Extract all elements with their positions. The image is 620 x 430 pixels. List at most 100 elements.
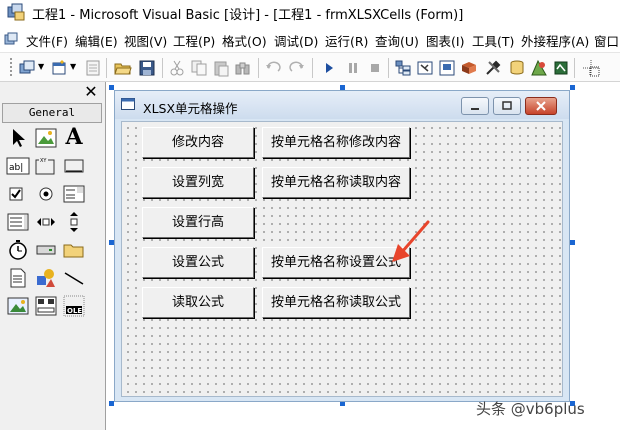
listbox-icon[interactable] bbox=[6, 210, 30, 234]
menu-addins[interactable]: 外接程序(A) bbox=[521, 31, 589, 50]
selection-handle[interactable] bbox=[570, 240, 575, 245]
read-formula-button[interactable]: 读取公式 bbox=[142, 287, 254, 318]
form-titlebar[interactable]: XLSX单元格操作 bbox=[115, 91, 569, 119]
form-designer-window[interactable]: XLSX单元格操作 修改内容 按单元格名称修改内容 设置列宽 按单元格名称读取内… bbox=[114, 90, 570, 402]
project-explorer-icon[interactable] bbox=[394, 59, 412, 77]
toolbox-icon[interactable] bbox=[484, 59, 502, 77]
save-icon[interactable] bbox=[138, 59, 156, 77]
close-button[interactable] bbox=[525, 97, 557, 115]
set-column-width-button[interactable]: 设置列宽 bbox=[142, 167, 254, 198]
window-title: 工程1 - Microsoft Visual Basic [设计] - [工程1… bbox=[32, 8, 464, 23]
close-icon bbox=[536, 101, 546, 111]
maximize-button[interactable] bbox=[493, 97, 521, 115]
annotation-arrow-icon bbox=[392, 220, 430, 262]
form-layout-icon[interactable] bbox=[438, 59, 456, 77]
undo-icon[interactable] bbox=[264, 59, 282, 77]
modify-by-name-button[interactable]: 按单元格名称修改内容 bbox=[262, 127, 410, 158]
start-icon[interactable] bbox=[320, 59, 338, 77]
copy-icon[interactable] bbox=[190, 59, 208, 77]
combobox-icon[interactable] bbox=[62, 182, 86, 206]
commandbutton-icon[interactable] bbox=[62, 154, 86, 178]
minimize-button[interactable] bbox=[461, 97, 489, 115]
toolbar-separator bbox=[388, 58, 389, 78]
menu-system-icon[interactable] bbox=[4, 32, 18, 46]
form-caption: XLSX单元格操作 bbox=[143, 101, 238, 116]
watermark-text: 头条 @vb6plus bbox=[476, 400, 585, 418]
add-project-icon[interactable] bbox=[18, 59, 36, 77]
redo-icon[interactable] bbox=[288, 59, 306, 77]
toolbar-grip[interactable] bbox=[10, 58, 12, 78]
dropdown-arrow-icon[interactable]: ▼ bbox=[38, 62, 44, 71]
dirlistbox-icon[interactable] bbox=[62, 238, 86, 262]
find-icon[interactable] bbox=[234, 59, 252, 77]
label-icon[interactable]: A bbox=[62, 124, 86, 150]
filelistbox-icon[interactable] bbox=[6, 266, 30, 290]
close-icon[interactable]: ✕ bbox=[80, 82, 102, 102]
menu-editor-icon[interactable] bbox=[84, 59, 102, 77]
cut-icon[interactable] bbox=[168, 59, 186, 77]
menu-debug[interactable]: 调试(D) bbox=[274, 31, 318, 50]
timer-icon[interactable] bbox=[6, 238, 30, 262]
toolbar-separator bbox=[162, 58, 163, 78]
properties-window-icon[interactable] bbox=[416, 59, 434, 77]
read-by-name-button[interactable]: 按单元格名称读取内容 bbox=[262, 167, 410, 198]
add-form-icon[interactable] bbox=[50, 59, 68, 77]
toolbar-separator bbox=[258, 58, 259, 78]
package-icon[interactable] bbox=[552, 59, 570, 77]
data-icon[interactable] bbox=[34, 294, 58, 318]
form-client-area[interactable]: 修改内容 按单元格名称修改内容 设置列宽 按单元格名称读取内容 设置行高 设置公… bbox=[121, 121, 563, 397]
paste-icon[interactable] bbox=[212, 59, 230, 77]
shape-icon[interactable] bbox=[34, 266, 58, 290]
hscrollbar-icon[interactable] bbox=[34, 210, 58, 234]
form-icon bbox=[121, 98, 135, 110]
open-icon[interactable] bbox=[114, 59, 132, 77]
toolbar-separator bbox=[574, 58, 575, 78]
toolbar-separator bbox=[312, 58, 313, 78]
toolbar-separator bbox=[106, 58, 107, 78]
pointer-icon[interactable] bbox=[6, 126, 30, 150]
menu-format[interactable]: 格式(O) bbox=[222, 31, 267, 50]
read-formula-by-name-button[interactable]: 按单元格名称读取公式 bbox=[262, 287, 410, 318]
line-icon[interactable] bbox=[62, 266, 86, 290]
frame-icon[interactable]: XY bbox=[34, 154, 58, 178]
vb-app-icon bbox=[7, 3, 25, 21]
set-formula-button[interactable]: 设置公式 bbox=[142, 247, 254, 278]
title-bar: 工程1 - Microsoft Visual Basic [设计] - [工程1… bbox=[0, 0, 620, 26]
ole-icon[interactable]: OLE bbox=[62, 294, 86, 318]
drivelistbox-icon[interactable] bbox=[34, 238, 58, 262]
align-grid-icon[interactable] bbox=[582, 59, 600, 77]
menu-view[interactable]: 视图(V) bbox=[124, 31, 167, 50]
selection-handle[interactable] bbox=[570, 85, 575, 90]
set-row-height-button[interactable]: 设置行高 bbox=[142, 207, 254, 238]
menu-run[interactable]: 运行(R) bbox=[325, 31, 368, 50]
vscrollbar-icon[interactable] bbox=[62, 210, 86, 234]
picturebox-icon[interactable] bbox=[34, 126, 58, 150]
menu-tools[interactable]: 工具(T) bbox=[472, 31, 514, 50]
visual-component-manager-icon[interactable] bbox=[530, 59, 548, 77]
svg-text:OLE: OLE bbox=[67, 307, 82, 315]
data-view-icon[interactable] bbox=[508, 59, 526, 77]
menu-project[interactable]: 工程(P) bbox=[173, 31, 215, 50]
menu-diagram[interactable]: 图表(I) bbox=[426, 31, 464, 50]
menu-edit[interactable]: 编辑(E) bbox=[75, 31, 118, 50]
standard-toolbar: ▼ ▼ bbox=[0, 52, 620, 82]
object-browser-icon[interactable] bbox=[460, 59, 478, 77]
toolbox-general-tab[interactable]: General bbox=[2, 103, 102, 123]
textbox-icon[interactable]: ab| bbox=[6, 154, 30, 178]
checkbox-icon[interactable] bbox=[6, 182, 30, 206]
maximize-icon bbox=[502, 101, 512, 110]
end-icon[interactable] bbox=[366, 59, 384, 77]
optionbutton-icon[interactable] bbox=[34, 182, 58, 206]
break-icon[interactable] bbox=[344, 59, 362, 77]
toolbox-panel: ✕ General A ab| XY OLE bbox=[0, 82, 106, 430]
menu-file[interactable]: 文件(F) bbox=[26, 31, 68, 50]
minimize-icon bbox=[471, 108, 479, 110]
svg-text:ab|: ab| bbox=[9, 163, 23, 173]
menu-query[interactable]: 查询(U) bbox=[375, 31, 419, 50]
dropdown-arrow-icon[interactable]: ▼ bbox=[70, 62, 76, 71]
modify-content-button[interactable]: 修改内容 bbox=[142, 127, 254, 158]
image-icon[interactable] bbox=[6, 294, 30, 318]
svg-text:XY: XY bbox=[40, 158, 47, 164]
menu-window[interactable]: 窗口 bbox=[594, 31, 619, 50]
menu-bar: 文件(F) 编辑(E) 视图(V) 工程(P) 格式(O) 调试(D) 运行(R… bbox=[0, 28, 620, 50]
